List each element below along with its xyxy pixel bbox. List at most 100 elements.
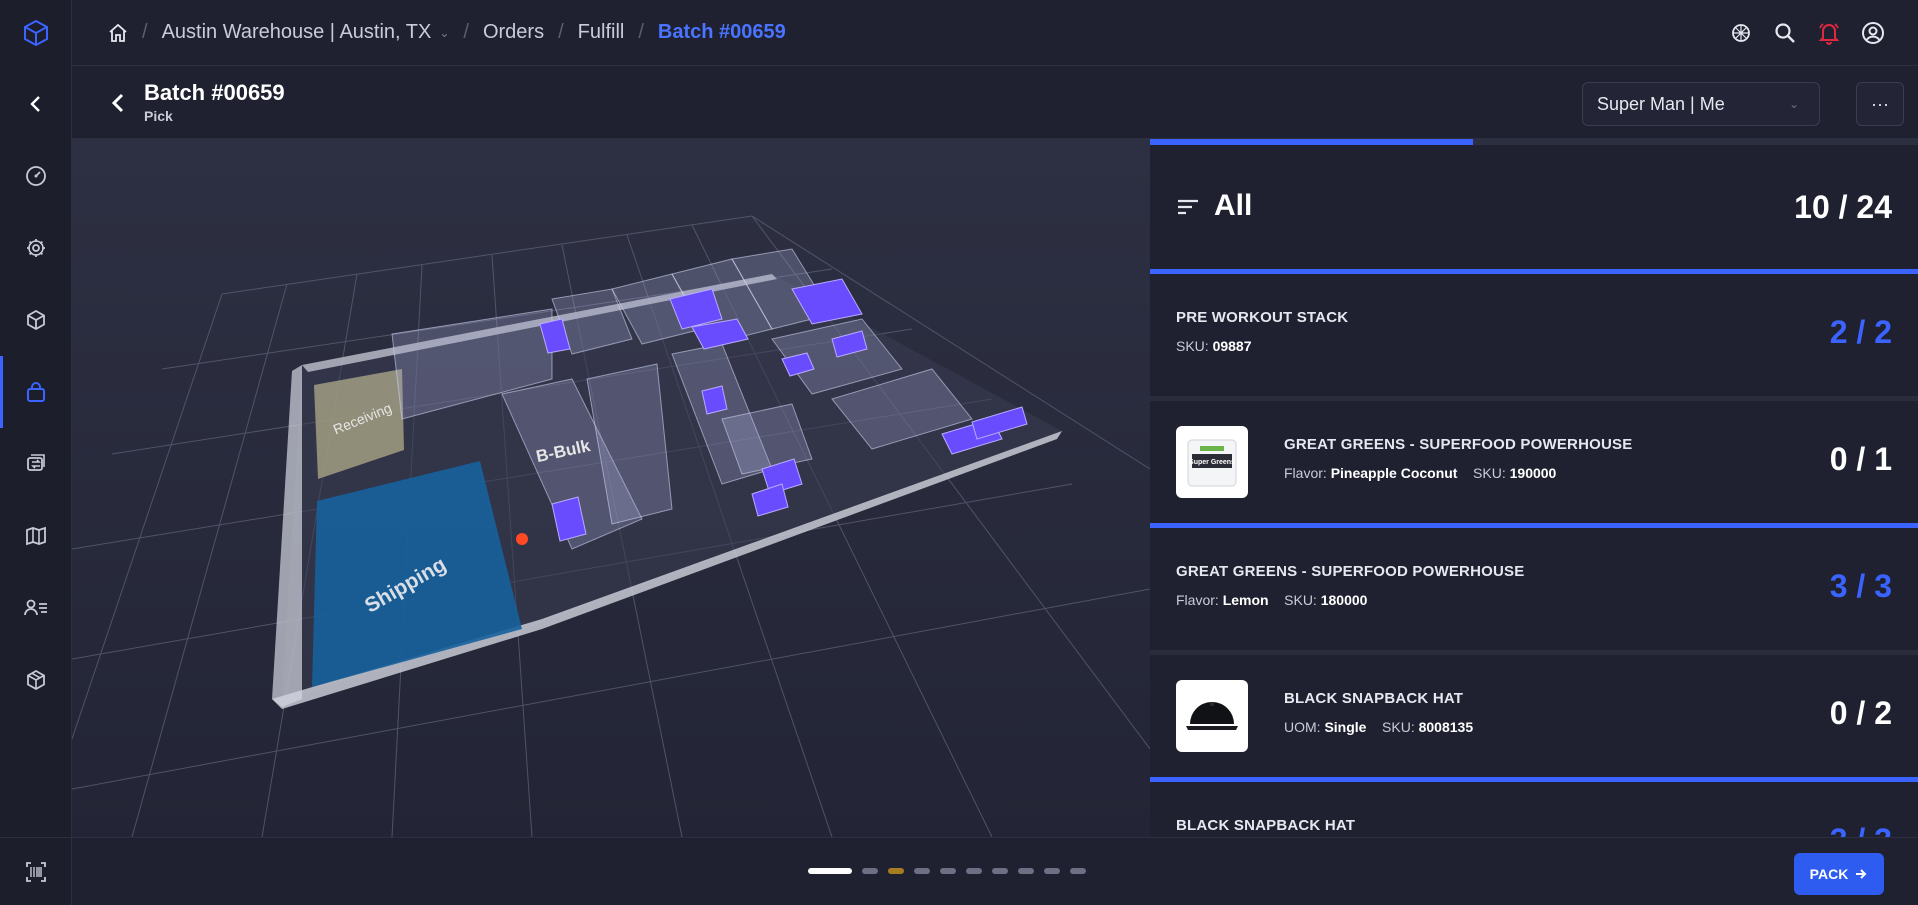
box-icon [27, 309, 45, 331]
sku-value: 190000 [1509, 465, 1557, 481]
flavor-label: Flavor: [1176, 592, 1219, 608]
pick-item[interactable]: PRE WORKOUT STACK SKU: 09887 2 / 2 [1150, 274, 1918, 396]
sidebar-item-dashboard[interactable] [0, 140, 72, 212]
step-pagination [808, 868, 1086, 874]
breadcrumb-fulfill[interactable]: Fulfill [578, 21, 625, 44]
map-icon [26, 526, 46, 546]
pick-item-qty: 3 / 3 [1829, 568, 1892, 604]
flavor-value: Lemon [1222, 592, 1269, 608]
pick-item-name: PRE WORKOUT STACK [1176, 309, 1349, 326]
sort-filter-button[interactable] [1176, 197, 1200, 217]
arrow-right-icon [1856, 869, 1867, 879]
pick-item-name: BLACK SNAPBACK HAT [1176, 817, 1356, 834]
step-dot[interactable] [966, 868, 982, 874]
flavor-label: Flavor: [1284, 465, 1327, 481]
user-circle-icon [1862, 22, 1884, 44]
sku-label: SKU: [1473, 465, 1506, 481]
notifications-button[interactable] [1814, 18, 1844, 48]
sidebar-item-inventory[interactable] [0, 644, 72, 716]
pick-item-meta: UOM: Single SKU: 8008135 [1284, 719, 1473, 735]
chevron-down-icon: ⌄ [439, 25, 450, 40]
sku-value: 180000 [1320, 592, 1368, 608]
breadcrumb-warehouse-label: Austin Warehouse | Austin, TX [161, 21, 432, 43]
collapse-sidebar-button[interactable] [0, 68, 72, 140]
assignee-select-value: Super Man | Me [1597, 93, 1725, 114]
step-dot[interactable] [808, 868, 852, 874]
pick-item-name: BLACK SNAPBACK HAT [1284, 690, 1464, 707]
pick-item-name: GREAT GREENS - SUPERFOOD POWERHOUSE [1176, 563, 1525, 580]
pack-button[interactable]: PACK [1794, 853, 1884, 895]
top-icons [1726, 0, 1888, 66]
more-options-button[interactable]: ··· [1856, 82, 1904, 126]
home-crumb[interactable] [108, 23, 128, 43]
search-button[interactable] [1770, 18, 1800, 48]
current-location-marker [516, 533, 528, 545]
breadcrumb-batch: Batch #00659 [657, 21, 786, 43]
pick-item-qty: 2 / 2 [1829, 314, 1892, 350]
sku-value: 8008135 [1418, 719, 1474, 735]
pick-list-total-count: 10 / 24 [1794, 189, 1892, 225]
sidebar-item-transfers[interactable] [0, 428, 72, 500]
profile-button[interactable] [1858, 18, 1888, 48]
pick-item[interactable]: BLACK SNAPBACK HAT 3 / 3 [1150, 782, 1918, 837]
step-dot[interactable] [888, 868, 904, 874]
bug-icon [1732, 24, 1750, 42]
step-dot[interactable] [1070, 868, 1086, 874]
bottom-bar: PACK [72, 837, 1918, 905]
breadcrumb-warehouse[interactable]: Austin Warehouse | Austin, TX ⌄ [162, 21, 450, 44]
warehouse-map[interactable]: Receiving Shipping B-Bulk [72, 139, 1150, 837]
sku-value: 09887 [1212, 338, 1252, 354]
pick-item-meta: Flavor: Lemon SKU: 180000 [1176, 592, 1367, 608]
uom-label: UOM: [1284, 719, 1321, 735]
pick-item[interactable]: GREAT GREENS - SUPERFOOD POWERHOUSE Flav… [1150, 528, 1918, 650]
sidebar-item-users[interactable] [0, 572, 72, 644]
pick-item-qty: 0 / 1 [1829, 441, 1892, 477]
gauge-icon [26, 166, 46, 186]
chevron-left-icon [111, 93, 124, 113]
assignee-select[interactable]: Super Man | Me ⌄ [1582, 82, 1820, 126]
sidebar-item-orders[interactable] [0, 356, 72, 428]
sort-icon [1178, 199, 1198, 215]
product-thumbnail [1176, 680, 1248, 752]
app: / Austin Warehouse | Austin, TX ⌄ / Orde… [0, 0, 1918, 905]
page-header: Batch #00659 Pick Super Man | Me ⌄ ··· [72, 66, 1918, 139]
breadcrumb-separator: / [142, 21, 148, 43]
transfer-icon [27, 454, 45, 471]
back-button[interactable] [110, 92, 130, 114]
breadcrumb: / Austin Warehouse | Austin, TX ⌄ / Orde… [108, 21, 786, 44]
app-logo[interactable] [0, 0, 72, 66]
breadcrumb-separator: / [638, 21, 644, 43]
sidebar-item-products[interactable] [0, 284, 72, 356]
pick-item[interactable]: BLACK SNAPBACK HAT UOM: Single SKU: 8008… [1150, 655, 1918, 777]
pick-list-filter-label: All [1214, 189, 1253, 222]
step-dot[interactable] [862, 868, 878, 874]
pick-item[interactable]: Super Greens GREAT GREENS - SUPERFOOD PO… [1150, 401, 1918, 523]
page-subtitle: Pick [144, 108, 173, 124]
step-dot[interactable] [1044, 868, 1060, 874]
barcode-scan-icon [26, 861, 46, 882]
product-thumbnail: Super Greens [1176, 426, 1248, 498]
pick-list-panel: All 10 / 24 PRE WORKOUT STACK SKU: 09887… [1150, 139, 1918, 837]
breadcrumb-orders[interactable]: Orders [483, 21, 544, 44]
sku-label: SKU: [1176, 338, 1209, 354]
pick-item-meta: SKU: 09887 [1176, 338, 1252, 354]
snapback-hat-image [1186, 702, 1238, 730]
sku-label: SKU: [1284, 592, 1317, 608]
page-title: Batch #00659 [144, 80, 285, 105]
step-dot[interactable] [992, 868, 1008, 874]
pick-item-name: GREAT GREENS - SUPERFOOD POWERHOUSE [1284, 436, 1633, 453]
step-dot[interactable] [1018, 868, 1034, 874]
barcode-scan-button[interactable] [0, 837, 72, 905]
supplement-tub-image: Super Greens [1187, 439, 1237, 487]
sidebar-item-settings[interactable] [0, 212, 72, 284]
sku-label: SKU: [1382, 719, 1415, 735]
sidebar-item-map[interactable] [0, 500, 72, 572]
bug-report-button[interactable] [1726, 18, 1756, 48]
search-icon [1775, 23, 1795, 43]
step-dot[interactable] [940, 868, 956, 874]
pick-item-qty: 3 / 3 [1830, 822, 1892, 837]
gear-icon [27, 239, 45, 257]
home-icon [109, 23, 127, 42]
step-dot[interactable] [914, 868, 930, 874]
bell-icon [1818, 23, 1840, 45]
